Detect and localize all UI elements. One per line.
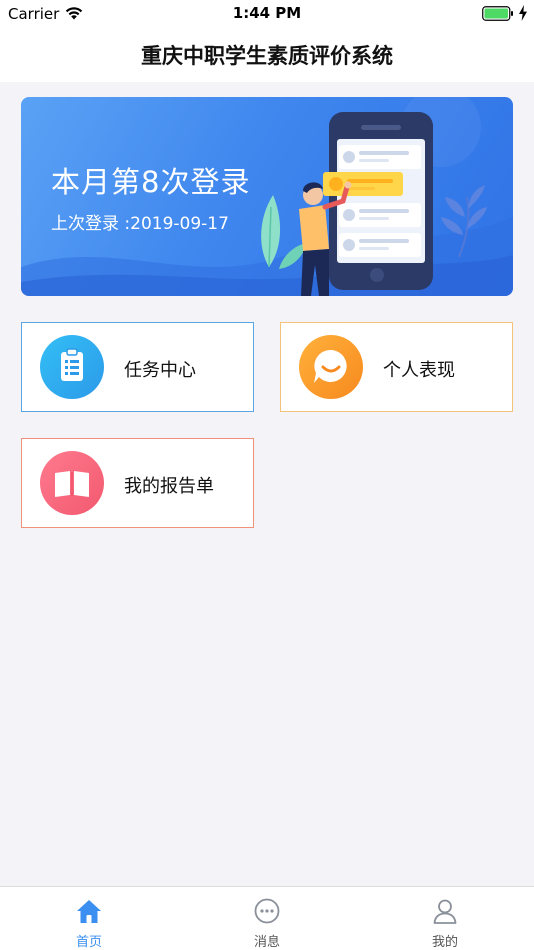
tab-me[interactable]: 我的: [356, 887, 534, 950]
smile-chat-icon: [299, 335, 363, 399]
charging-bolt-icon: [519, 5, 527, 21]
personal-performance-label: 个人表现: [383, 360, 455, 381]
page-title: 重庆中职学生素质评价系统: [141, 44, 393, 68]
clipboard-icon: [40, 335, 104, 399]
login-banner: 本月第8次登录 上次登录 :2019-09-17: [21, 97, 513, 296]
my-report-button[interactable]: 我的报告单: [21, 438, 254, 528]
task-center-button[interactable]: 任务中心: [21, 322, 254, 412]
tab-messages[interactable]: 消息: [178, 887, 356, 950]
battery-full-icon: [482, 6, 513, 21]
user-icon: [433, 899, 457, 924]
tab-bar: 首页 消息 我的: [0, 886, 534, 950]
tab-home-label: 首页: [75, 935, 102, 950]
tab-home[interactable]: 首页: [0, 887, 178, 950]
my-report-label: 我的报告单: [124, 476, 214, 497]
tab-me-label: 我的: [431, 935, 458, 950]
login-count-title: 本月第8次登录: [51, 165, 251, 199]
book-icon: [40, 451, 104, 515]
personal-performance-button[interactable]: 个人表现: [280, 322, 513, 412]
message-icon: [254, 898, 280, 924]
last-login-date: 上次登录 :2019-09-17: [51, 214, 229, 234]
tab-messages-label: 消息: [253, 935, 280, 950]
task-center-label: 任务中心: [124, 360, 196, 381]
status-bar: Carrier 1:44 PM: [0, 0, 534, 28]
clock: 1:44 PM: [232, 4, 302, 22]
home-icon: [77, 900, 101, 923]
navigation-bar: 重庆中职学生素质评价系统: [0, 28, 534, 82]
